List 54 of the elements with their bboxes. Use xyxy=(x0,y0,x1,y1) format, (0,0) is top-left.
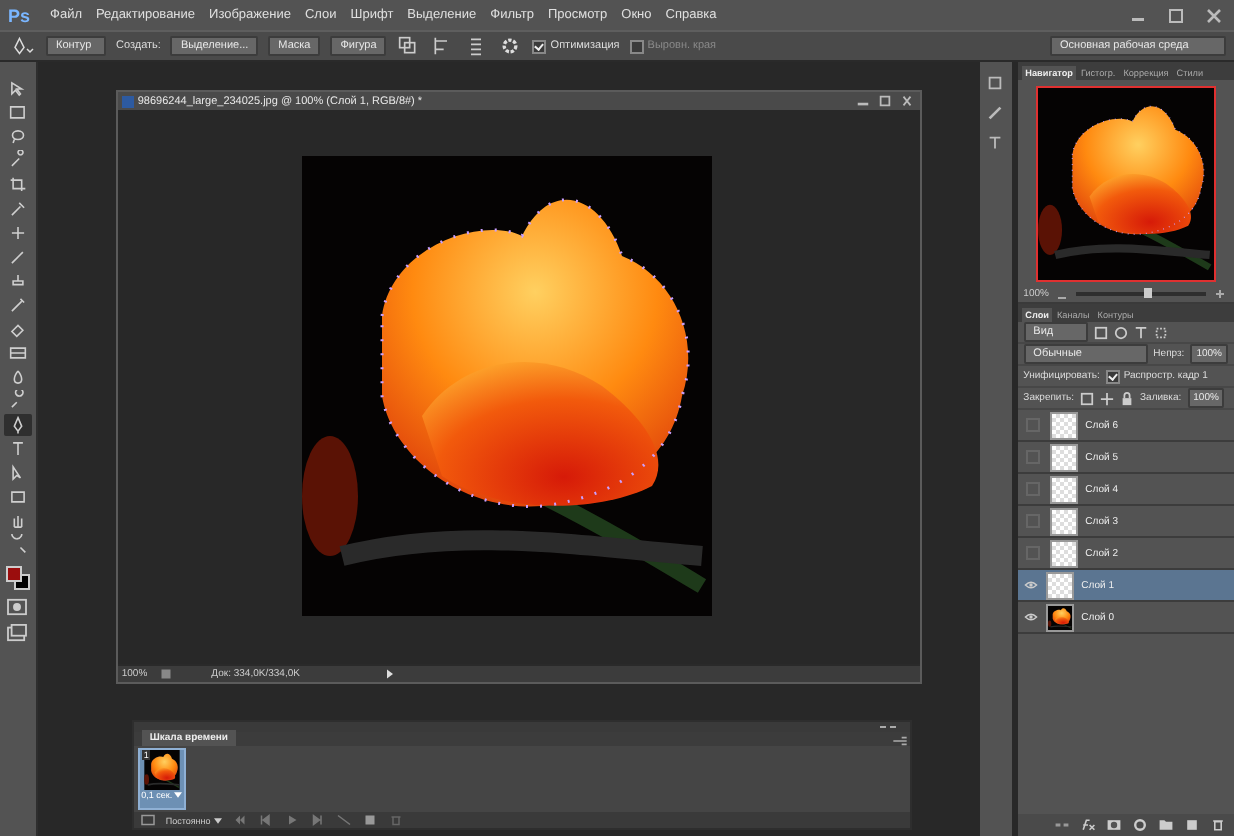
frame-thumbnail xyxy=(141,750,182,790)
layer-thumbnail xyxy=(1049,411,1078,439)
export-icon[interactable] xyxy=(159,668,172,680)
first-frame-icon[interactable] xyxy=(232,814,249,826)
close-icon[interactable] xyxy=(897,94,916,108)
layer-thumbnail xyxy=(1049,507,1078,535)
adjustment-layer-icon[interactable] xyxy=(1131,818,1148,832)
maximize-icon[interactable] xyxy=(875,94,894,108)
panel-menu-icon[interactable] xyxy=(889,736,910,746)
layer-thumbnail xyxy=(1045,571,1074,599)
history-icon[interactable] xyxy=(986,74,1005,92)
lock-icon[interactable] xyxy=(1120,391,1135,405)
app-logo: Ps xyxy=(8,5,31,25)
caret-icon[interactable] xyxy=(174,792,183,798)
type-filter-icon[interactable] xyxy=(1133,325,1148,339)
brush-preset-icon[interactable] xyxy=(986,104,1005,122)
caret-icon[interactable] xyxy=(214,817,223,823)
settings-icon[interactable] xyxy=(498,36,523,56)
zoom-slider[interactable] xyxy=(1143,288,1152,298)
duplicate-frame-icon[interactable] xyxy=(362,814,379,826)
convert-icon[interactable] xyxy=(139,814,156,826)
lock-position-icon[interactable] xyxy=(1100,391,1115,405)
close-icon[interactable] xyxy=(1202,5,1226,25)
path-operations-icon[interactable] xyxy=(396,36,421,56)
document-icon xyxy=(121,95,134,107)
pen-icon[interactable] xyxy=(12,36,36,56)
eye-icon[interactable] xyxy=(1023,580,1038,590)
layer-thumbnail xyxy=(1049,475,1078,503)
next-frame-icon[interactable] xyxy=(310,814,327,826)
character-icon[interactable] xyxy=(986,134,1005,152)
arrow-right-icon[interactable] xyxy=(383,668,396,680)
fx-icon[interactable] xyxy=(1079,818,1096,832)
layer-thumbnail xyxy=(1049,539,1078,567)
previous-frame-icon[interactable] xyxy=(258,814,275,826)
quick-mask-icon[interactable] xyxy=(6,598,29,616)
mask-icon[interactable] xyxy=(1105,818,1122,832)
eye-icon[interactable] xyxy=(1023,612,1038,622)
maximize-icon[interactable] xyxy=(1164,5,1188,25)
folder-icon[interactable] xyxy=(1157,818,1174,832)
layer-thumbnail xyxy=(1045,603,1074,631)
screen-mode-icon[interactable] xyxy=(6,624,29,642)
adjustment-filter-icon[interactable] xyxy=(1113,325,1128,339)
shape-filter-icon[interactable] xyxy=(1153,325,1168,339)
link-icon[interactable] xyxy=(1053,818,1070,832)
image-filter-icon[interactable] xyxy=(1093,325,1108,339)
pen-tool-icon[interactable] xyxy=(3,414,32,436)
color-swatches-icon[interactable] xyxy=(5,566,30,590)
lock-pixels-icon[interactable] xyxy=(1080,391,1095,405)
zoom-in-icon[interactable] xyxy=(1211,288,1228,300)
play-icon[interactable] xyxy=(284,814,301,826)
collapse-icon[interactable] xyxy=(877,722,898,732)
layer-thumbnail xyxy=(1049,443,1078,471)
new-layer-icon[interactable] xyxy=(1183,818,1200,832)
tween-icon[interactable] xyxy=(336,814,353,826)
